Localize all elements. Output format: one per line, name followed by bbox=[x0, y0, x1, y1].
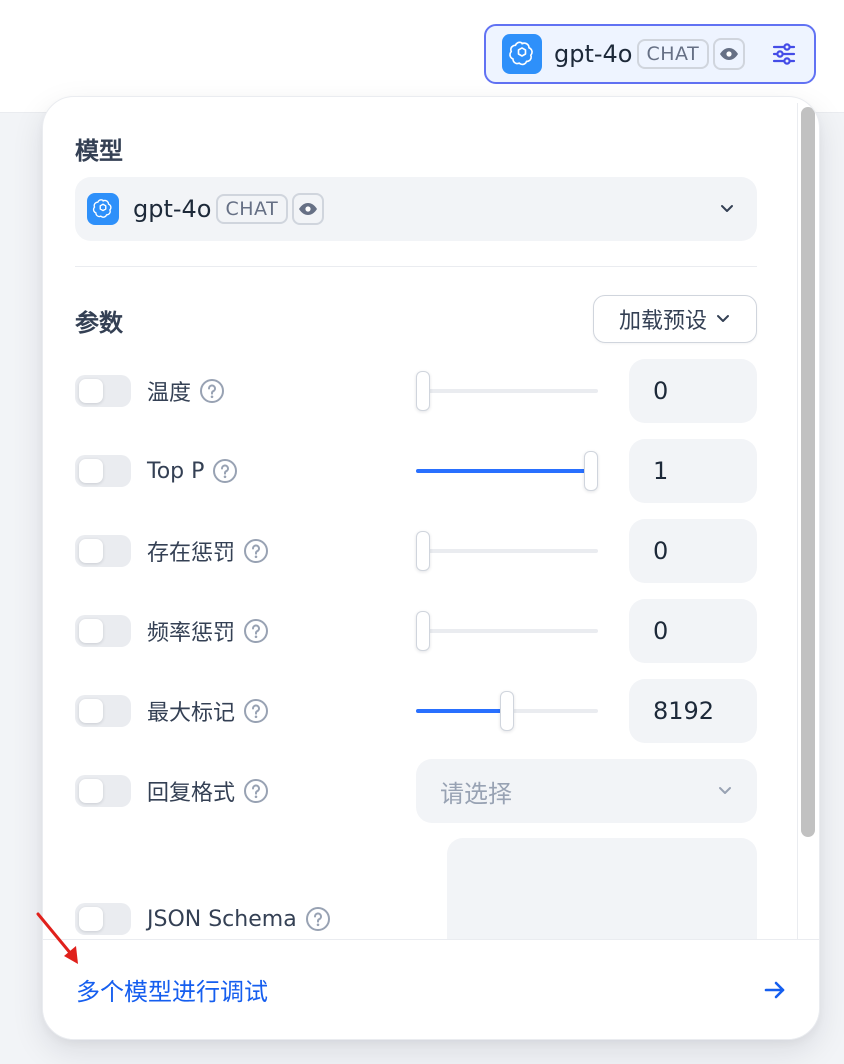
toggle-knob bbox=[79, 619, 103, 643]
top-p-slider[interactable] bbox=[416, 451, 598, 491]
slider-thumb[interactable] bbox=[416, 531, 430, 571]
top-p-label: Top P bbox=[147, 458, 205, 484]
arrow-right-icon[interactable] bbox=[761, 976, 789, 1004]
panel-footer: 多个模型进行调试 bbox=[43, 939, 819, 1039]
slider-track bbox=[416, 629, 598, 633]
frequency-penalty-slider[interactable] bbox=[416, 611, 598, 651]
json-schema-label: JSON Schema bbox=[147, 906, 297, 932]
slider-track bbox=[416, 389, 598, 393]
response-format-label: 回复格式 bbox=[147, 781, 236, 806]
slider-fill bbox=[416, 469, 591, 473]
scroll-thumb[interactable] bbox=[801, 107, 815, 837]
model-section-label: 模型 bbox=[75, 137, 123, 165]
scrollbar[interactable] bbox=[797, 103, 815, 943]
toggle-knob bbox=[79, 779, 103, 803]
openai-logo-icon bbox=[502, 34, 542, 74]
model-select[interactable]: gpt-4o CHAT bbox=[75, 177, 757, 241]
annotation-arrow-icon bbox=[36, 912, 78, 964]
max-tokens-toggle[interactable] bbox=[75, 695, 131, 727]
sliders-icon[interactable] bbox=[766, 36, 802, 72]
divider bbox=[75, 266, 757, 267]
top-p-toggle[interactable] bbox=[75, 455, 131, 487]
max-tokens-label: 最大标记 bbox=[147, 701, 236, 726]
param-row-response-format: 回复格式 请选择 bbox=[75, 759, 757, 823]
json-schema-label-group: JSON Schema bbox=[147, 903, 331, 935]
response-format-placeholder: 请选择 bbox=[440, 779, 512, 808]
top-p-value-input[interactable]: 1 bbox=[629, 439, 757, 503]
presence-penalty-value-input[interactable]: 0 bbox=[629, 519, 757, 583]
presence-penalty-slider[interactable] bbox=[416, 531, 598, 571]
param-row-top-p: Top P 1 bbox=[75, 439, 757, 503]
chevron-down-icon bbox=[717, 786, 733, 796]
toggle-knob bbox=[79, 539, 103, 563]
response-format-toggle[interactable] bbox=[75, 775, 131, 807]
help-icon[interactable] bbox=[243, 698, 269, 724]
openai-logo-icon bbox=[87, 193, 119, 225]
multi-model-debug-link[interactable]: 多个模型进行调试 bbox=[76, 972, 268, 1007]
frequency-penalty-label: 频率惩罚 bbox=[147, 621, 236, 646]
param-row-max-tokens: 最大标记 8192 bbox=[75, 679, 757, 743]
load-preset-button[interactable]: 加载预设 bbox=[593, 295, 757, 343]
load-preset-label: 加载预设 bbox=[618, 309, 707, 334]
param-row-temperature: 温度 0 bbox=[75, 359, 757, 423]
max-tokens-value-input[interactable]: 8192 bbox=[629, 679, 757, 743]
toggle-knob bbox=[79, 699, 103, 723]
param-row-frequency-penalty: 频率惩罚 0 bbox=[75, 599, 757, 663]
param-row-presence-penalty: 存在惩罚 0 bbox=[75, 519, 757, 583]
model-settings-trigger[interactable]: gpt-4o CHAT bbox=[484, 24, 816, 84]
max-tokens-slider[interactable] bbox=[416, 691, 598, 731]
chevron-down-icon bbox=[717, 315, 729, 322]
params-section-label: 参数 bbox=[75, 309, 123, 337]
presence-penalty-toggle[interactable] bbox=[75, 535, 131, 567]
toggle-knob bbox=[79, 459, 103, 483]
frequency-penalty-value-input[interactable]: 0 bbox=[629, 599, 757, 663]
help-icon[interactable] bbox=[243, 618, 269, 644]
temperature-label-group: 温度 bbox=[147, 375, 225, 407]
help-icon[interactable] bbox=[243, 538, 269, 564]
slider-thumb[interactable] bbox=[500, 691, 514, 731]
chevron-down-icon bbox=[717, 199, 737, 219]
selected-model-name: gpt-4o bbox=[133, 195, 212, 223]
chat-mode-badge: CHAT bbox=[215, 194, 289, 224]
slider-thumb[interactable] bbox=[584, 451, 598, 491]
model-params-panel: 模型 gpt-4o CHAT 参数 加载预设 温度 0 Top P 1 存在惩罚… bbox=[42, 96, 820, 1040]
response-format-select[interactable]: 请选择 bbox=[416, 759, 757, 823]
frequency-penalty-toggle[interactable] bbox=[75, 615, 131, 647]
temperature-slider[interactable] bbox=[416, 371, 598, 411]
slider-thumb[interactable] bbox=[416, 611, 430, 651]
slider-thumb[interactable] bbox=[416, 371, 430, 411]
slider-track bbox=[416, 549, 598, 553]
eye-icon bbox=[292, 193, 325, 225]
slider-fill bbox=[416, 709, 507, 713]
temperature-toggle[interactable] bbox=[75, 375, 131, 407]
presence-penalty-label-group: 存在惩罚 bbox=[147, 535, 269, 567]
chat-mode-badge: CHAT bbox=[636, 39, 710, 69]
help-icon[interactable] bbox=[305, 906, 331, 932]
presence-penalty-label: 存在惩罚 bbox=[147, 541, 236, 566]
help-icon[interactable] bbox=[199, 378, 225, 404]
help-icon[interactable] bbox=[212, 458, 238, 484]
model-name: gpt-4o bbox=[554, 40, 633, 68]
temperature-value-input[interactable]: 0 bbox=[629, 359, 757, 423]
response-format-label-group: 回复格式 bbox=[147, 775, 269, 807]
max-tokens-label-group: 最大标记 bbox=[147, 695, 269, 727]
temperature-label: 温度 bbox=[147, 381, 192, 406]
eye-icon bbox=[713, 38, 746, 70]
top-p-label-group: Top P bbox=[147, 455, 238, 487]
help-icon[interactable] bbox=[243, 778, 269, 804]
toggle-knob bbox=[79, 379, 103, 403]
frequency-penalty-label-group: 频率惩罚 bbox=[147, 615, 269, 647]
